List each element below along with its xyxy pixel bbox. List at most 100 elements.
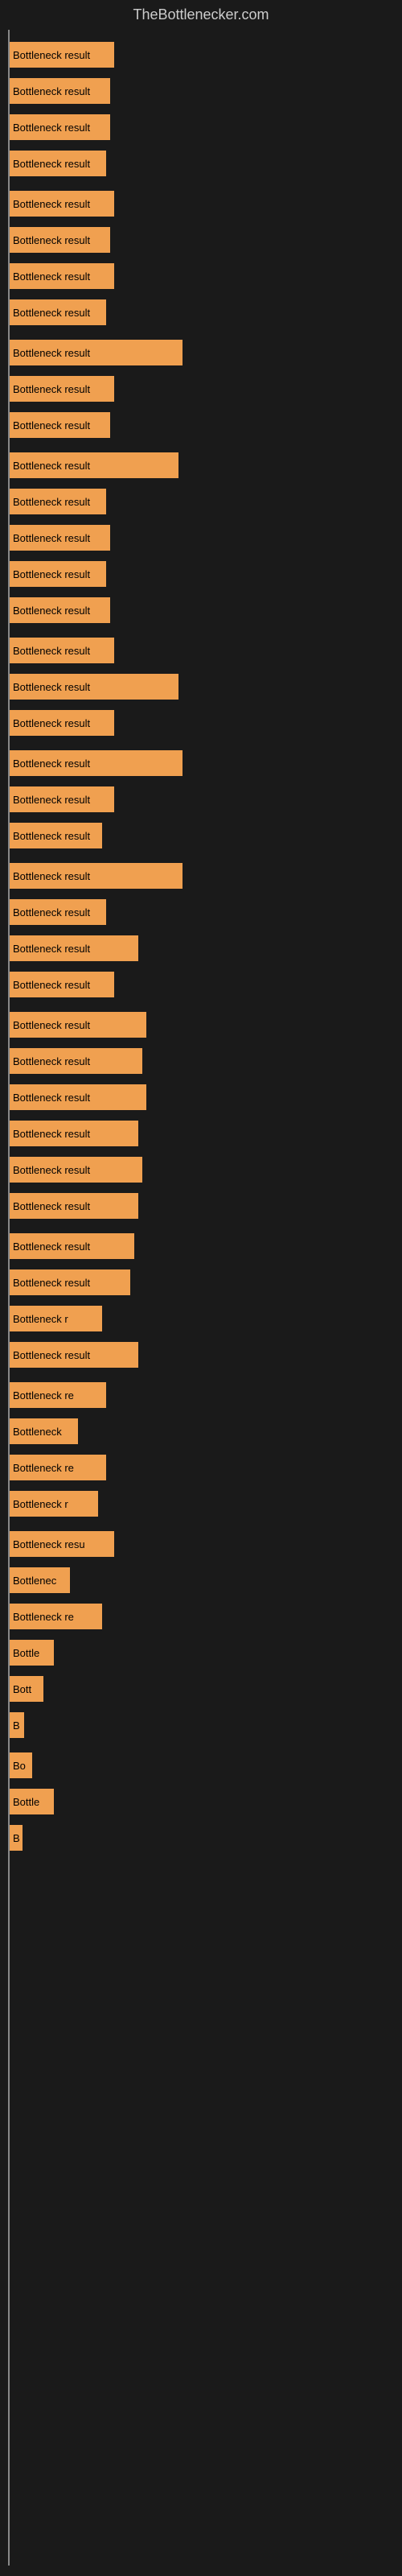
bar-item: Bott xyxy=(10,1676,43,1702)
bar-item: Bottleneck result xyxy=(10,227,110,253)
bar-item: Bottleneck result xyxy=(10,412,110,438)
bar-item: Bottleneck result xyxy=(10,191,114,217)
site-title: TheBottlenecker.com xyxy=(0,0,402,30)
bar-item: Bottleneck result xyxy=(10,638,114,663)
bar-item: Bottleneck result xyxy=(10,299,106,325)
bar-label: Bottleneck re xyxy=(13,1611,74,1623)
bar-item: Bottleneck xyxy=(10,1418,78,1444)
bar-label: Bottle xyxy=(13,1796,39,1808)
bar-item: Bottleneck re xyxy=(10,1382,106,1408)
bar-item: Bottleneck result xyxy=(10,452,178,478)
bar-label: Bottleneck xyxy=(13,1426,62,1438)
bar-label: Bottleneck result xyxy=(13,645,90,657)
bar-item: Bottleneck result xyxy=(10,376,114,402)
bar-item: Bottleneck result xyxy=(10,674,178,700)
bar-label: Bottleneck result xyxy=(13,605,90,617)
bar-label: Bottlenec xyxy=(13,1575,56,1587)
bar-item: Bottleneck re xyxy=(10,1455,106,1480)
bar-item: Bottleneck r xyxy=(10,1306,102,1331)
bar-label: Bottleneck result xyxy=(13,234,90,246)
bar-label: Bottleneck result xyxy=(13,496,90,508)
bar-item: Bottlenec xyxy=(10,1567,70,1593)
bar-item: Bottleneck result xyxy=(10,823,102,848)
bar-item: Bottleneck r xyxy=(10,1491,98,1517)
y-axis xyxy=(8,30,10,2566)
bar-item: Bottleneck result xyxy=(10,1012,146,1038)
bar-label: Bottleneck result xyxy=(13,1128,90,1140)
bar-item: Bottleneck result xyxy=(10,151,106,176)
bar-label: Bottleneck result xyxy=(13,49,90,61)
bar-item: Bottleneck result xyxy=(10,972,114,997)
bar-label: Bottleneck result xyxy=(13,870,90,882)
bar-label: Bottleneck re xyxy=(13,1462,74,1474)
bar-item: Bottleneck result xyxy=(10,1269,130,1295)
bar-label: Bottleneck result xyxy=(13,830,90,842)
bar-item: Bottleneck result xyxy=(10,42,114,68)
bar-label: Bo xyxy=(13,1760,26,1772)
bar-label: Bottleneck resu xyxy=(13,1538,85,1550)
bar-label: Bottleneck result xyxy=(13,1019,90,1031)
bar-item: Bottleneck result xyxy=(10,1233,134,1259)
bar-label: Bottleneck result xyxy=(13,979,90,991)
bar-label: Bottleneck result xyxy=(13,460,90,472)
bar-label: Bottleneck result xyxy=(13,758,90,770)
bar-item: Bottleneck result xyxy=(10,525,110,551)
bar-item: Bottleneck result xyxy=(10,340,183,365)
bar-item: Bottle xyxy=(10,1640,54,1666)
bar-item: Bottleneck result xyxy=(10,489,106,514)
bar-item: Bottleneck result xyxy=(10,597,110,623)
bar-label: Bottleneck result xyxy=(13,347,90,359)
bar-label: Bottle xyxy=(13,1647,39,1659)
bar-label: Bottleneck result xyxy=(13,198,90,210)
bar-label: Bottleneck result xyxy=(13,1164,90,1176)
bar-label: Bottleneck re xyxy=(13,1389,74,1402)
bar-item: Bottleneck result xyxy=(10,78,110,104)
bar-item: Bottleneck result xyxy=(10,1157,142,1183)
bar-item: Bottleneck result xyxy=(10,935,138,961)
bar-item: Bottleneck result xyxy=(10,263,114,289)
bar-label: B xyxy=(13,1719,20,1732)
bar-label: Bottleneck result xyxy=(13,943,90,955)
bar-label: Bottleneck result xyxy=(13,307,90,319)
bar-item: Bottleneck re xyxy=(10,1604,102,1629)
bar-label: Bottleneck result xyxy=(13,1200,90,1212)
bar-item: Bottleneck result xyxy=(10,750,183,776)
bar-label: Bottleneck result xyxy=(13,532,90,544)
bar-item: Bottleneck result xyxy=(10,1048,142,1074)
bar-item: Bottleneck result xyxy=(10,1084,146,1110)
bar-item: Bottleneck result xyxy=(10,561,106,587)
bar-item: Bottleneck result xyxy=(10,710,114,736)
bar-label: Bottleneck result xyxy=(13,794,90,806)
bar-label: Bottleneck result xyxy=(13,383,90,395)
bar-label: Bottleneck result xyxy=(13,419,90,431)
bar-label: Bottleneck result xyxy=(13,1349,90,1361)
bar-item: Bottleneck result xyxy=(10,1342,138,1368)
bar-item: Bottleneck resu xyxy=(10,1531,114,1557)
bar-label: Bottleneck result xyxy=(13,1092,90,1104)
bar-label: Bottleneck result xyxy=(13,270,90,283)
bar-item: Bo xyxy=(10,1752,32,1778)
bar-label: Bottleneck r xyxy=(13,1498,68,1510)
bar-label: Bottleneck result xyxy=(13,681,90,693)
bar-item: Bottle xyxy=(10,1789,54,1814)
bar-item: B xyxy=(10,1712,24,1738)
bar-label: Bottleneck result xyxy=(13,122,90,134)
bar-item: B xyxy=(10,1825,23,1851)
bar-label: B xyxy=(13,1832,20,1844)
bar-label: Bottleneck result xyxy=(13,717,90,729)
chart-area: Bottleneck result Bottleneck result Bottle… xyxy=(0,30,402,2566)
bar-label: Bottleneck result xyxy=(13,158,90,170)
bar-label: Bottleneck result xyxy=(13,906,90,919)
bar-label: Bott xyxy=(13,1683,31,1695)
bar-label: Bottleneck result xyxy=(13,1241,90,1253)
bar-label: Bottleneck r xyxy=(13,1313,68,1325)
bar-item: Bottleneck result xyxy=(10,786,114,812)
bar-label: Bottleneck result xyxy=(13,1055,90,1067)
bar-item: Bottleneck result xyxy=(10,863,183,889)
bar-label: Bottleneck result xyxy=(13,1277,90,1289)
bar-item: Bottleneck result xyxy=(10,114,110,140)
bar-label: Bottleneck result xyxy=(13,568,90,580)
bar-item: Bottleneck result xyxy=(10,1193,138,1219)
bar-item: Bottleneck result xyxy=(10,1121,138,1146)
bar-label: Bottleneck result xyxy=(13,85,90,97)
